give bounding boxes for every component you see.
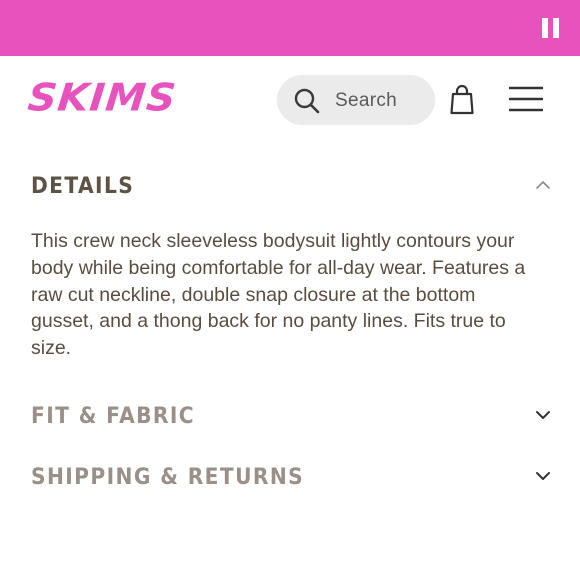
shopping-bag-icon[interactable]: [448, 84, 476, 116]
search-placeholder: Search: [335, 90, 398, 111]
hamburger-menu-icon[interactable]: [509, 86, 543, 112]
top-banner: [0, 0, 580, 56]
search-bar[interactable]: Search: [277, 75, 435, 125]
chevron-down-icon[interactable]: [535, 471, 551, 481]
details-heading[interactable]: DETAILS: [31, 174, 134, 199]
chevron-up-icon[interactable]: [535, 180, 551, 190]
search-icon: [294, 88, 320, 114]
site-header: SKIMS Search: [0, 56, 580, 146]
shipping-returns-heading[interactable]: SHIPPING & RETURNS: [31, 465, 304, 490]
skims-logo[interactable]: SKIMS: [26, 76, 179, 120]
pause-icon[interactable]: [542, 18, 560, 38]
fit-fabric-heading[interactable]: FIT & FABRIC: [31, 404, 195, 429]
details-description: This crew neck sleeveless bodysuit light…: [31, 230, 526, 360]
chevron-down-icon[interactable]: [535, 410, 551, 420]
